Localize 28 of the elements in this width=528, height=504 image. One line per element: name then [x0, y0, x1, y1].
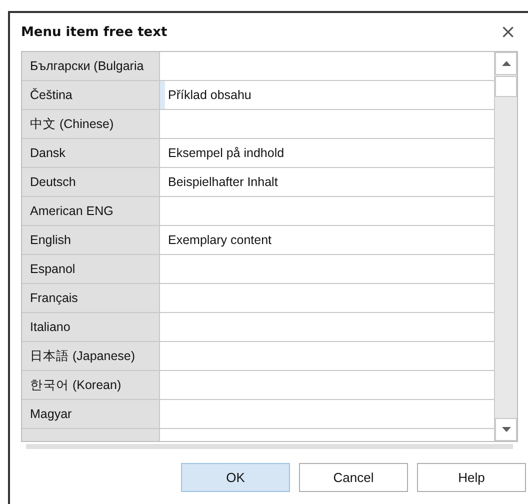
scroll-thumb[interactable]: [495, 76, 517, 97]
language-cell: Dansk: [22, 139, 160, 167]
language-cell: Magyar: [22, 400, 160, 428]
text-cell[interactable]: Beispielhafter Inhalt: [160, 168, 494, 196]
language-cell: Български (Bulgaria: [22, 52, 160, 80]
language-cell: Deutsch: [22, 168, 160, 196]
up-arrow-icon: [502, 61, 510, 66]
vertical-scrollbar[interactable]: [494, 52, 517, 441]
dialog-button[interactable]: Help: [417, 463, 526, 492]
dialog-button[interactable]: Cancel: [299, 463, 408, 492]
close-button[interactable]: ×: [500, 21, 516, 43]
language-cell: Français: [22, 284, 160, 312]
language-cell: American ENG: [22, 197, 160, 225]
language-cell: 한국어 (Korean): [22, 371, 160, 399]
language-cell: Espanol: [22, 255, 160, 283]
dialog-button[interactable]: OK: [181, 463, 290, 492]
language-cell: English: [22, 226, 160, 254]
language-cell: Italiano: [22, 313, 160, 341]
language-cell: Čeština: [22, 81, 160, 109]
text-cell[interactable]: Eksempel på indhold: [160, 139, 494, 167]
scroll-up-button[interactable]: [495, 52, 517, 75]
language-cell: 日本語 (Japanese): [22, 342, 160, 370]
text-cell[interactable]: Exemplary content: [160, 226, 494, 254]
down-arrow-icon: [502, 427, 510, 432]
scroll-down-button[interactable]: [495, 418, 517, 441]
window-title: Menu item free text: [21, 24, 168, 40]
language-cell: 中文 (Chinese): [22, 110, 160, 138]
horizontal-scrollbar[interactable]: [26, 444, 513, 449]
